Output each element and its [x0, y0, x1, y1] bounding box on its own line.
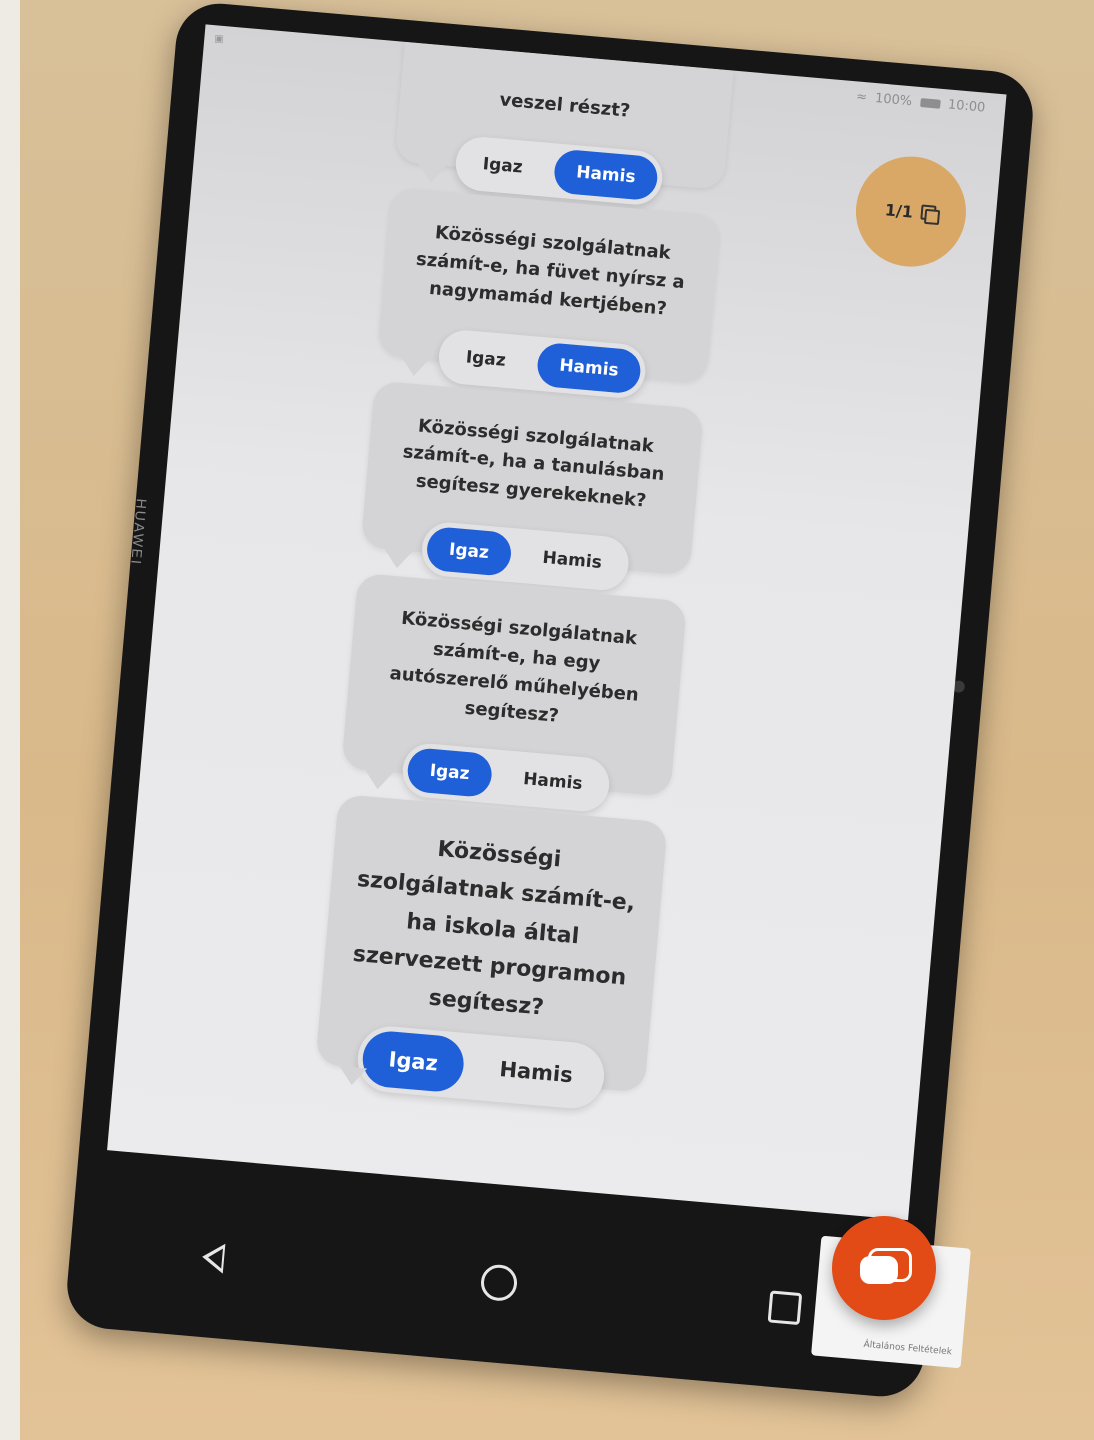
system-nav-bar: [67, 1205, 931, 1360]
quiz-question: Közösségi szolgálatnak számít-e, ha a ta…: [401, 415, 666, 512]
quiz-counter-badge[interactable]: 1/1: [851, 152, 971, 272]
quiz-card-2: Közösségi szolgálatnak számít-e, ha a ta…: [360, 380, 704, 593]
quiz-card-1: Közösségi szolgálatnak számít-e, ha füve…: [377, 187, 721, 400]
answer-toggle[interactable]: Igaz Hamis: [355, 1023, 607, 1111]
answer-false-button[interactable]: Hamis: [499, 755, 606, 808]
nav-home-button[interactable]: [477, 1261, 520, 1304]
quiz-question: veszel részt?: [498, 89, 632, 122]
background-strip: [0, 0, 20, 1440]
quiz-counter-text: 1/1: [884, 199, 914, 222]
chat-icon: [860, 1248, 912, 1288]
quiz-question: Közösségi szolgálatnak számít-e, ha egy …: [388, 608, 640, 727]
chat-button[interactable]: [832, 1216, 936, 1320]
quiz-card-list: veszel részt? Igaz Hamis Közösségi szolg…: [313, 41, 734, 1119]
quiz-card-3: Közösségi szolgálatnak számít-e, ha egy …: [341, 573, 688, 814]
answer-false-button[interactable]: Hamis: [471, 1039, 601, 1106]
app-screen: ▣ ≈ 100% 10:00 1/1 veszel részt? Igaz Ha…: [107, 24, 1007, 1221]
quiz-card-4: Közösségi szolgálatnak számít-e, ha isko…: [315, 793, 668, 1111]
nav-recent-button[interactable]: [763, 1286, 806, 1329]
device-brand: HUAWEI: [128, 497, 150, 567]
answer-false-button[interactable]: Hamis: [535, 341, 643, 395]
legal-text: Általános Feltételek: [863, 1339, 953, 1358]
answer-true-button[interactable]: Igaz: [442, 333, 529, 384]
answer-true-button[interactable]: Igaz: [459, 140, 546, 191]
notification-icon: ▣: [213, 33, 225, 46]
tablet-device: HUAWEI ▣ ≈ 100% 10:00 1/1 veszel részt? …: [63, 0, 1037, 1400]
status-time: 10:00: [947, 97, 986, 116]
answer-false-button[interactable]: Hamis: [519, 534, 626, 587]
back-triangle-icon: [201, 1241, 226, 1274]
answer-true-button[interactable]: Igaz: [360, 1028, 467, 1094]
battery-icon: [919, 97, 941, 109]
answer-false-button[interactable]: Hamis: [552, 148, 660, 202]
copy-icon: [920, 205, 937, 222]
answer-true-button[interactable]: Igaz: [405, 746, 494, 798]
quiz-question: Közösségi szolgálatnak számít-e, ha isko…: [351, 836, 637, 1021]
wifi-icon: ≈: [855, 89, 868, 106]
quiz-card-0: veszel részt? Igaz Hamis: [394, 41, 734, 207]
status-bar: ≈ 100% 10:00: [856, 89, 986, 115]
answer-true-button[interactable]: Igaz: [425, 526, 513, 578]
recent-square-icon: [767, 1290, 802, 1326]
nav-back-button[interactable]: [192, 1236, 235, 1279]
quiz-question: Közösségi szolgálatnak számít-e, ha füve…: [415, 222, 686, 320]
battery-level: 100%: [874, 91, 913, 110]
home-circle-icon: [479, 1263, 519, 1303]
